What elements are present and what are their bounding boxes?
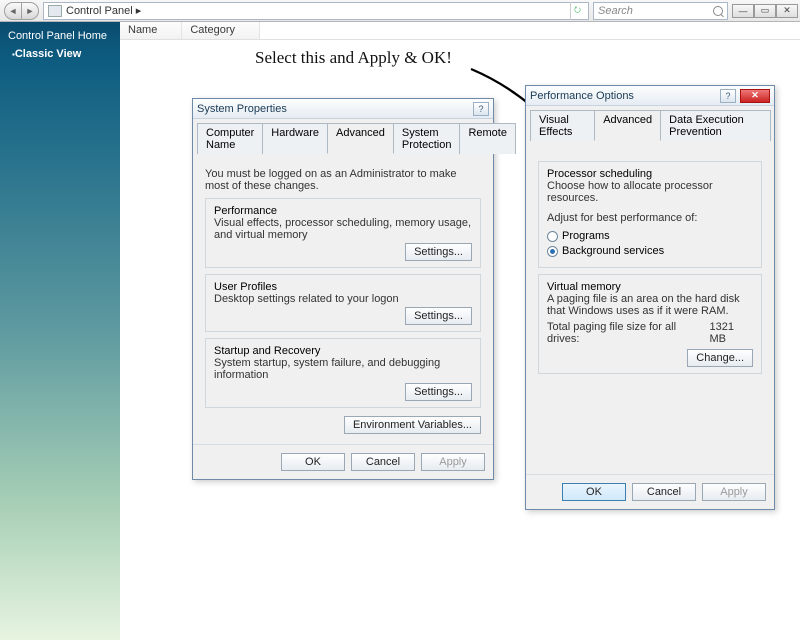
environment-variables-button[interactable]: Environment Variables... [344, 416, 481, 434]
perfopts-tabs: Visual Effects Advanced Data Execution P… [530, 109, 770, 141]
tab-system-protection[interactable]: System Protection [393, 123, 461, 154]
perfopts-cancel-button[interactable]: Cancel [632, 483, 696, 501]
user-profiles-settings-button[interactable]: Settings... [405, 307, 472, 325]
vmem-total-value: 1321 MB [710, 321, 754, 345]
performance-group: Performance Visual effects, processor sc… [205, 198, 481, 268]
sysprops-ok-button[interactable]: OK [281, 453, 345, 471]
perfopts-button-row: OK Cancel Apply [526, 474, 774, 509]
search-input[interactable]: Search [593, 2, 728, 20]
vmem-desc: A paging file is an area on the hard dis… [547, 293, 753, 317]
system-properties-titlebar: System Properties ? [193, 99, 493, 119]
sysprops-button-row: OK Cancel Apply [193, 444, 493, 479]
performance-desc: Visual effects, processor scheduling, me… [214, 217, 472, 241]
user-profiles-legend: User Profiles [214, 281, 277, 293]
address-box[interactable]: Control Panel ▸ ⭮ [43, 2, 589, 20]
radio-programs[interactable]: Programs [547, 230, 610, 242]
tab-advanced[interactable]: Advanced [594, 110, 661, 141]
performance-options-dialog: Performance Options ? ✕ Visual Effects A… [525, 85, 775, 510]
perfopts-body: Processor scheduling Choose how to alloc… [530, 147, 770, 472]
sched-line1: Choose how to allocate processor resourc… [547, 180, 753, 204]
admin-note: You must be logged on as an Administrato… [205, 168, 481, 192]
perfopts-apply-button[interactable]: Apply [702, 483, 766, 501]
perf-options-titlebar: Performance Options ? ✕ [526, 86, 774, 106]
tab-hardware[interactable]: Hardware [262, 123, 328, 154]
address-bar: ◄ ► Control Panel ▸ ⭮ Search — ▭ ✕ [0, 0, 800, 22]
tab-visual-effects[interactable]: Visual Effects [530, 110, 595, 141]
annotation-headline: Select this and Apply & OK! [255, 48, 452, 68]
user-profiles-desc: Desktop settings related to your logon [214, 293, 472, 305]
sidebar-home-link[interactable]: Control Panel Home [8, 30, 116, 42]
tab-computer-name[interactable]: Computer Name [197, 123, 263, 154]
dialog-title: Performance Options [530, 90, 634, 102]
breadcrumb: Control Panel ▸ [66, 4, 141, 17]
startup-desc: System startup, system failure, and debu… [214, 357, 472, 381]
perfopts-ok-button[interactable]: OK [562, 483, 626, 501]
help-icon[interactable]: ? [720, 89, 736, 103]
sidebar-classic-view-link[interactable]: Classic View [12, 48, 116, 60]
window-restore-button[interactable]: ▭ [754, 4, 776, 18]
sysprops-cancel-button[interactable]: Cancel [351, 453, 415, 471]
window-close-button[interactable]: ✕ [776, 4, 798, 18]
column-category[interactable]: Category [182, 22, 260, 39]
nav-sidebar: Control Panel Home Classic View [0, 22, 120, 640]
nav-forward-button[interactable]: ► [21, 2, 39, 20]
dialog-title: System Properties [197, 103, 287, 115]
tab-dep[interactable]: Data Execution Prevention [660, 110, 771, 141]
sysprops-tabs: Computer Name Hardware Advanced System P… [197, 122, 489, 154]
search-icon [713, 6, 723, 16]
virtual-memory-group: Virtual memory A paging file is an area … [538, 274, 762, 374]
control-panel-icon [48, 5, 62, 17]
vmem-total-row: Total paging file size for all drives: 1… [547, 321, 753, 345]
sysprops-body: You must be logged on as an Administrato… [197, 160, 489, 442]
user-profiles-group: User Profiles Desktop settings related t… [205, 274, 481, 332]
virtual-memory-legend: Virtual memory [547, 281, 621, 293]
search-placeholder: Search [598, 5, 633, 17]
help-icon[interactable]: ? [473, 102, 489, 116]
vmem-change-button[interactable]: Change... [687, 349, 753, 367]
refresh-icon[interactable]: ⭮ [570, 2, 584, 20]
system-properties-dialog: System Properties ? Computer Name Hardwa… [192, 98, 494, 480]
startup-legend: Startup and Recovery [214, 345, 320, 357]
tab-remote[interactable]: Remote [459, 123, 516, 154]
processor-scheduling-group: Processor scheduling Choose how to alloc… [538, 161, 762, 268]
column-name[interactable]: Name [120, 22, 182, 39]
performance-settings-button[interactable]: Settings... [405, 243, 472, 261]
sched-line2: Adjust for best performance of: [547, 212, 753, 224]
sysprops-apply-button[interactable]: Apply [421, 453, 485, 471]
window-minimize-button[interactable]: — [732, 4, 754, 18]
vmem-total-label: Total paging file size for all drives: [547, 321, 710, 345]
radio-background-label: Background services [562, 245, 664, 257]
close-icon[interactable]: ✕ [740, 89, 770, 103]
startup-recovery-group: Startup and Recovery System startup, sys… [205, 338, 481, 408]
radio-icon [547, 231, 558, 242]
radio-icon [547, 246, 558, 257]
column-header-bar: Name Category [120, 22, 800, 40]
processor-scheduling-legend: Processor scheduling [547, 168, 652, 180]
performance-legend: Performance [214, 205, 277, 217]
nav-back-button[interactable]: ◄ [4, 2, 22, 20]
tab-advanced[interactable]: Advanced [327, 123, 394, 154]
startup-settings-button[interactable]: Settings... [405, 383, 472, 401]
radio-programs-label: Programs [562, 230, 610, 242]
radio-background-services[interactable]: Background services [547, 245, 664, 257]
